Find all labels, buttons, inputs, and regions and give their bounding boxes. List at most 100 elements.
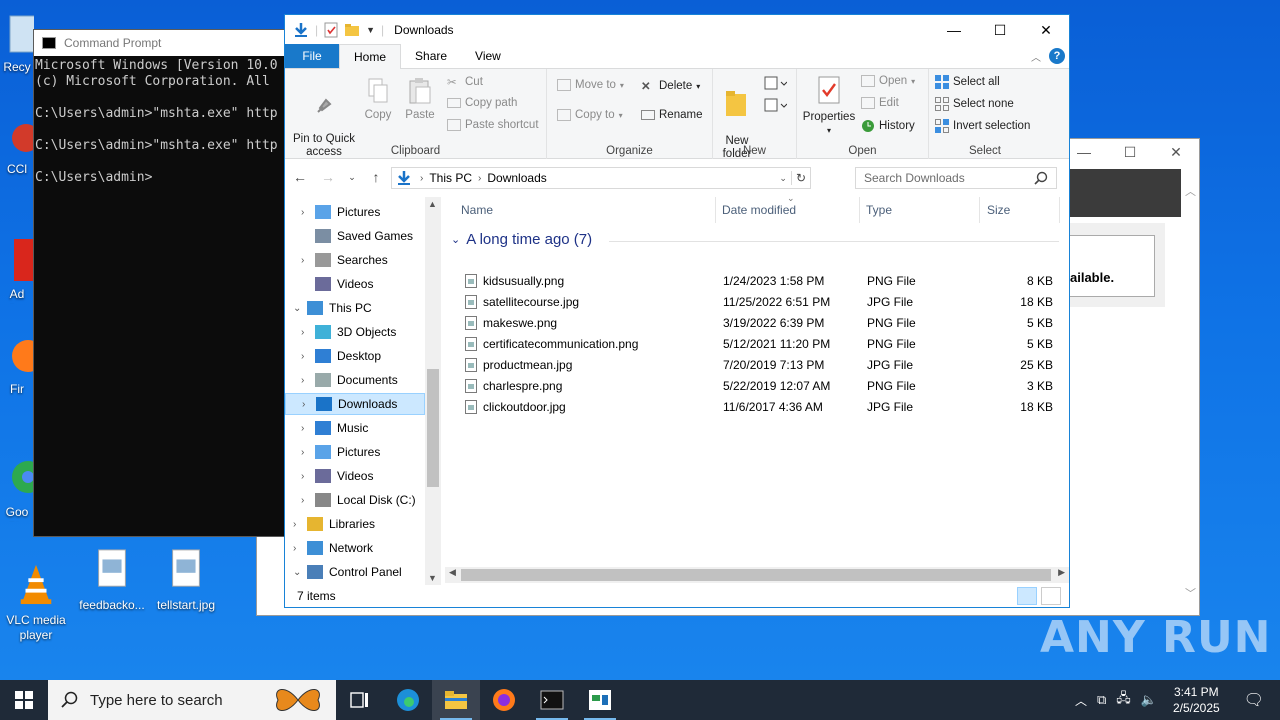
expand-chevron-icon[interactable]: ›	[293, 519, 296, 530]
easy-access-button[interactable]	[763, 97, 788, 116]
tab-file[interactable]: File	[285, 44, 339, 68]
desktop-icon-acrobat[interactable]: Ad Acr	[0, 222, 34, 304]
desktop-icon-tellstart[interactable]: tellstart.jpg	[150, 548, 222, 613]
move-to-button[interactable]: Move to ▾	[557, 79, 624, 91]
customize-dropdown-icon[interactable]: ▼	[366, 25, 375, 35]
history-button[interactable]: History	[861, 119, 915, 133]
nav-item[interactable]: › Desktop	[285, 345, 425, 367]
scroll-up-icon[interactable]: ︿	[1185, 183, 1196, 199]
tab-share[interactable]: Share	[401, 44, 461, 68]
scroll-thumb[interactable]	[461, 569, 1051, 581]
copy-path-button[interactable]: Copy path	[447, 97, 517, 109]
show-hidden-icons-icon[interactable]: ︿	[1075, 692, 1087, 709]
cmd-output[interactable]: Microsoft Windows [Version 10.0 (c) Micr…	[34, 56, 284, 186]
rename-button[interactable]: Rename	[641, 109, 702, 121]
scroll-left-icon[interactable]: ◀	[449, 567, 456, 578]
breadcrumb-downloads[interactable]: Downloads	[487, 171, 546, 185]
group-header[interactable]: ⌄ A long time ago (7)	[451, 231, 592, 248]
expand-chevron-icon[interactable]: ›	[301, 471, 304, 482]
task-view-button[interactable]	[336, 680, 384, 720]
maximize-icon[interactable]: ☐	[977, 15, 1023, 45]
delete-button[interactable]: ✕ Delete ▾	[641, 79, 700, 93]
nav-item[interactable]: › Videos	[285, 465, 425, 487]
refresh-icon[interactable]: ↻	[790, 171, 810, 185]
nav-item[interactable]: ⌄ This PC	[285, 297, 425, 319]
properties-button[interactable]: Properties ▾	[801, 75, 857, 137]
taskbar-command-prompt[interactable]	[528, 680, 576, 720]
expanded-chevron-icon[interactable]: ⌄	[293, 567, 301, 578]
scroll-up-icon[interactable]: ▲	[428, 199, 437, 209]
file-explorer-window[interactable]: | ▼ | Downloads — ☐ ✕ File Home Share Vi…	[284, 14, 1070, 608]
expand-chevron-icon[interactable]: ›	[301, 495, 304, 506]
collapse-ribbon-icon[interactable]: ︿	[1031, 49, 1041, 64]
nav-scrollbar[interactable]: ▲ ▼	[425, 197, 441, 585]
search-input[interactable]: Search Downloads	[855, 167, 1057, 189]
expand-chevron-icon[interactable]: ›	[302, 399, 305, 410]
expand-chevron-icon[interactable]: ›	[301, 447, 304, 458]
desktop-icon-ccleaner[interactable]: CCl	[0, 118, 34, 188]
explorer-titlebar[interactable]: | ▼ | Downloads — ☐ ✕	[285, 15, 1069, 45]
taskbar-file-explorer[interactable]	[432, 680, 480, 720]
tab-home[interactable]: Home	[339, 44, 402, 69]
nav-item[interactable]: › Libraries	[285, 513, 425, 535]
desktop-icon-firefox[interactable]: Fir	[0, 336, 34, 400]
minimize-icon[interactable]: —	[931, 15, 977, 45]
large-icons-view-icon[interactable]	[1041, 587, 1061, 605]
nav-item[interactable]: › Searches	[285, 249, 425, 271]
expanded-chevron-icon[interactable]: ⌄	[293, 303, 301, 314]
recent-locations-icon[interactable]: ⌄	[347, 172, 357, 183]
close-icon[interactable]: ✕	[1153, 144, 1199, 161]
column-header-size[interactable]: Size	[987, 203, 1010, 217]
expand-chevron-icon[interactable]: ›	[293, 543, 296, 554]
back-arrow-icon[interactable]: ←	[291, 169, 309, 185]
desktop-icon-vlc[interactable]: VLC media player	[0, 548, 72, 658]
up-arrow-icon[interactable]: ↑	[367, 169, 385, 185]
nav-item[interactable]: › Local Disk (C:)	[285, 489, 425, 511]
notification-icon[interactable]: 🗨	[1236, 690, 1272, 710]
collapse-group-icon[interactable]: ⌄	[451, 233, 460, 246]
volume-icon[interactable]: 🔈	[1141, 692, 1157, 708]
copy-to-button[interactable]: Copy to ▾	[557, 109, 623, 121]
nav-item[interactable]: Saved Games	[285, 225, 425, 247]
file-row[interactable]: charlespre.png 5/22/2019 12:07 AM PNG File…	[441, 376, 1069, 397]
nav-item[interactable]: › Pictures	[285, 201, 425, 223]
column-header-type[interactable]: Type	[866, 203, 892, 217]
horizontal-scrollbar[interactable]: ◀ ▶	[445, 567, 1069, 583]
nav-item[interactable]: › Pictures	[285, 441, 425, 463]
new-item-button[interactable]	[763, 75, 788, 94]
expand-chevron-icon[interactable]: ›	[301, 327, 304, 338]
start-button[interactable]	[0, 680, 48, 720]
details-view-icon[interactable]	[1017, 587, 1037, 605]
close-icon[interactable]: ✕	[1023, 15, 1069, 45]
expand-chevron-icon[interactable]: ›	[301, 255, 304, 266]
nav-item[interactable]: › 3D Objects	[285, 321, 425, 343]
address-bar[interactable]: › This PC › Downloads ⌄ ↻	[391, 167, 811, 189]
clock[interactable]: 3:41 PM 2/5/2025	[1167, 684, 1226, 716]
navigation-pane[interactable]: › Pictures Saved Games › Searches Videos ⌄ This…	[285, 197, 441, 585]
expand-chevron-icon[interactable]: ›	[301, 207, 304, 218]
desktop-icon-chrome[interactable]: Goo Chr	[0, 440, 34, 522]
nav-item[interactable]: Videos	[285, 273, 425, 295]
select-all-button[interactable]: Select all	[935, 75, 1000, 89]
scroll-down-icon[interactable]: ▼	[428, 573, 437, 583]
column-header-date[interactable]: Date modified	[722, 203, 796, 217]
taskbar-image-viewer[interactable]	[576, 680, 624, 720]
breadcrumb-separator-icon[interactable]: ›	[478, 173, 481, 184]
edit-button[interactable]: Edit	[861, 97, 899, 109]
desktop-icon-feedback[interactable]: feedbacko...	[76, 548, 148, 613]
cmd-titlebar[interactable]: Command Prompt	[34, 30, 284, 56]
file-list[interactable]: Name ⌄ Date modified Type Size ⌄ A long …	[441, 193, 1069, 585]
breadcrumb-separator-icon[interactable]: ›	[420, 173, 423, 184]
paste-shortcut-button[interactable]: Paste shortcut	[447, 119, 539, 131]
expand-chevron-icon[interactable]: ›	[301, 423, 304, 434]
new-folder-icon[interactable]	[344, 23, 360, 37]
forward-arrow-icon[interactable]: →	[319, 169, 337, 185]
nav-item[interactable]: › Network	[285, 537, 425, 559]
file-row[interactable]: certificatecommunication.png 5/12/2021 11…	[441, 334, 1069, 355]
breadcrumb-this-pc[interactable]: This PC	[429, 171, 472, 185]
address-dropdown-icon[interactable]: ⌄	[775, 173, 791, 184]
file-row[interactable]: satellitecourse.jpg 11/25/2022 6:51 PM JPG…	[441, 292, 1069, 313]
tab-view[interactable]: View	[461, 44, 515, 68]
properties-check-icon[interactable]	[324, 22, 338, 38]
column-header-name[interactable]: Name	[461, 203, 493, 217]
